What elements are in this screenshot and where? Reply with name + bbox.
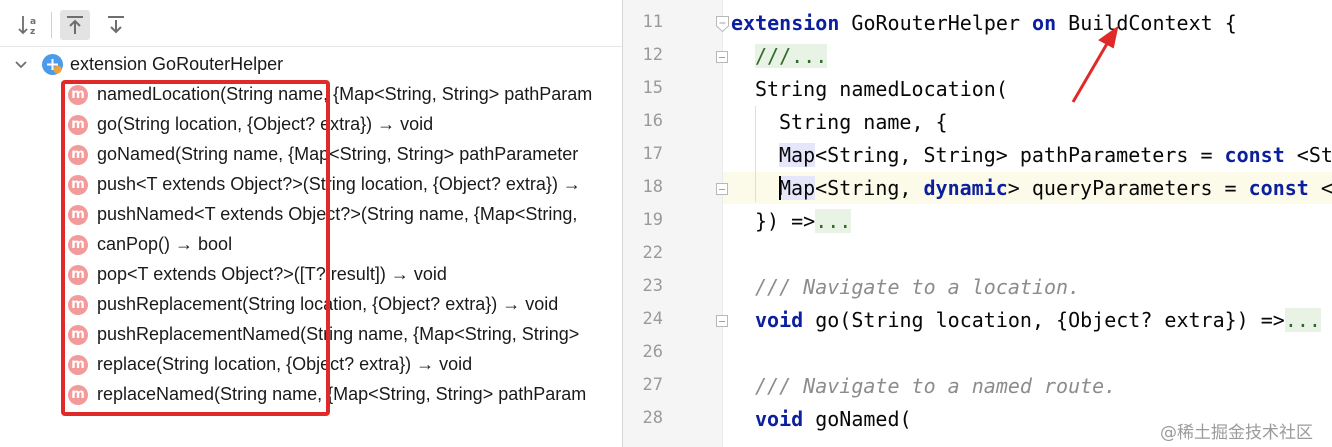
structure-panel: a z extension GoRouterHelper m namedLoca… (0, 0, 622, 447)
fold-expand-icon[interactable] (716, 183, 728, 195)
line-number: 19 (642, 210, 663, 230)
chevron-down-icon[interactable] (14, 58, 28, 72)
code-line-12: ///... (755, 40, 828, 73)
code-line-16: String name, { (779, 110, 948, 134)
line-number: 12 (642, 45, 663, 65)
navigate-up-button[interactable] (60, 10, 90, 40)
code-line-28: void goNamed( (755, 407, 912, 431)
sort-alphabetically-button[interactable]: a z (14, 10, 44, 40)
fold-start-icon[interactable] (716, 16, 729, 32)
code-line-11: extension GoRouterHelper on BuildContext… (731, 11, 1237, 35)
line-number: 15 (642, 78, 663, 98)
structure-toolbar: a z (0, 0, 622, 47)
indent-guide (755, 106, 756, 202)
folded-region[interactable]: ... (1284, 308, 1321, 332)
code-line-15: String namedLocation( (755, 77, 1008, 101)
code-line-18: Map<String, dynamic> queryParameters = c… (779, 175, 1332, 200)
tree-root-extension[interactable]: extension GoRouterHelper (0, 50, 622, 80)
code-line-23: /// Navigate to a location. (755, 275, 1081, 299)
fold-expand-icon[interactable] (716, 315, 728, 327)
line-number: 11 (642, 12, 663, 32)
folded-region[interactable]: ///... (755, 44, 828, 68)
sort-alphabetically-icon: a z (18, 16, 36, 37)
red-highlight-box (61, 80, 330, 416)
svg-text:a: a (30, 17, 36, 27)
code-line-24: void go(String location, {Object? extra}… (755, 308, 1321, 332)
code-line-19: }) =>... (755, 209, 852, 233)
gutter-divider (722, 0, 723, 447)
tree-root-label: extension GoRouterHelper (70, 54, 284, 74)
line-number: 16 (642, 111, 663, 131)
text-caret (779, 175, 781, 200)
line-number: 27 (642, 375, 663, 395)
watermark: @稀土掘金技术社区 (1160, 423, 1313, 443)
extension-icon (42, 54, 63, 75)
svg-text:z: z (30, 27, 35, 37)
folded-region[interactable]: ... (815, 209, 852, 233)
navigate-down-button[interactable] (101, 10, 131, 40)
toolbar-divider (51, 12, 52, 38)
fold-expand-icon[interactable] (716, 51, 728, 63)
line-number: 28 (642, 408, 663, 428)
line-number: 24 (642, 309, 663, 329)
navigate-up-icon (67, 16, 83, 34)
line-number: 26 (642, 342, 663, 362)
code-line-27: /// Navigate to a named route. (755, 374, 1117, 398)
line-number: 17 (642, 144, 663, 164)
navigate-down-icon (108, 16, 124, 34)
code-line-17: Map<String, String> pathParameters = con… (779, 143, 1332, 167)
line-number: 22 (642, 243, 663, 263)
line-number: 18 (642, 177, 663, 197)
line-number: 23 (642, 276, 663, 296)
code-editor[interactable]: 11 12 15 16 17 18 19 22 23 24 26 27 28 extension GoR… (623, 0, 1332, 447)
